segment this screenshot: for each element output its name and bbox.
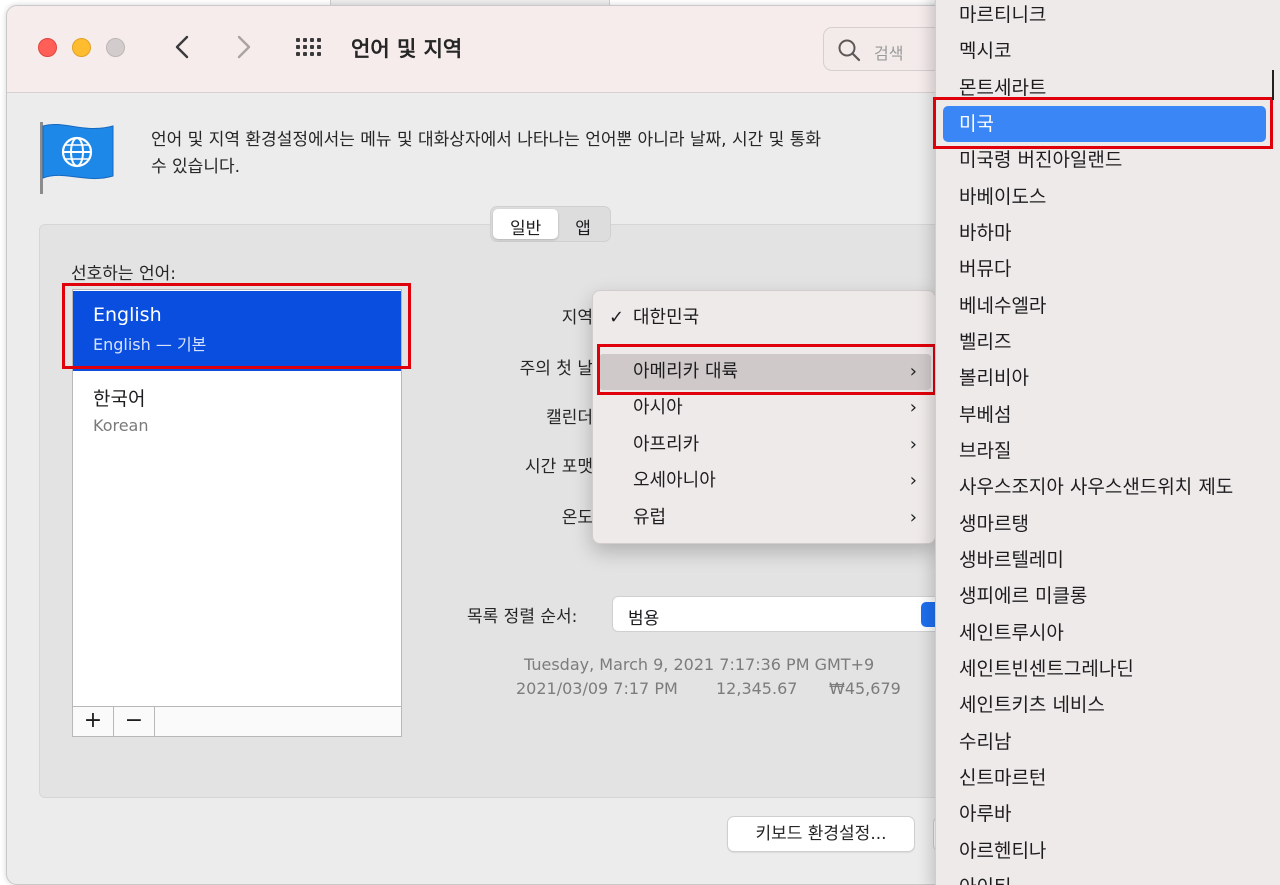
country-item[interactable]: 생마르탱 [943,506,1266,542]
country-item[interactable]: 벨리즈 [943,324,1266,360]
tab-switcher: 일반 앱 [490,206,611,242]
region-menu-item-oceania[interactable]: 오세아니아 › [599,463,931,499]
country-item[interactable]: 바하마 [943,215,1266,251]
country-item[interactable]: 아르헨티나 [943,833,1266,869]
back-chevron-icon[interactable] [167,32,197,62]
country-item[interactable]: 베네수엘라 [943,288,1266,324]
region-menu-item-asia[interactable]: 아시아 › [599,390,931,426]
country-item[interactable]: 세인트루시아 [943,615,1266,651]
country-item[interactable]: 부베섬 [943,397,1266,433]
grid-icon[interactable] [293,36,327,60]
country-item[interactable]: 브라질 [943,433,1266,469]
submenu-arrow-icon: › [909,470,917,491]
tab-general[interactable]: 일반 [493,209,559,239]
sample-long-date: Tuesday, March 9, 2021 7:17:36 PM GMT+9 [524,655,875,674]
country-item[interactable]: 신트마르턴 [943,760,1266,796]
country-item[interactable]: 아루바 [943,796,1266,832]
window-title: 언어 및 지역 [351,37,463,61]
region-menu-item-europe[interactable]: 유럽 › [599,500,931,536]
country-item[interactable]: 바베이도스 [943,179,1266,215]
country-item[interactable]: 멕시코 [943,33,1266,69]
annotation-highlight-americas [597,344,936,395]
country-item[interactable]: 마르티니크 [943,0,1266,33]
submenu-arrow-icon: › [909,434,917,455]
search-placeholder: 검색 [874,44,904,63]
forward-chevron-icon[interactable] [229,32,259,62]
zoom-button[interactable] [106,38,125,57]
sort-order-select[interactable]: 범용 [612,596,943,632]
sort-order-value: 범용 [628,609,660,629]
sort-order-label: 목록 정렬 순서: [467,607,578,627]
temperature-label: 온도 [561,508,593,528]
country-item[interactable]: 사우스조지아 사우스샌드위치 제도 [943,469,1266,505]
add-language-button[interactable]: + [73,707,114,736]
globe-flag-icon [39,118,119,198]
country-item[interactable]: 수리남 [943,724,1266,760]
country-item[interactable]: 생피에르 미클롱 [943,578,1266,614]
close-button[interactable] [38,38,57,57]
region-label: 지역 [561,308,593,328]
first-day-label: 주의 첫 날 [519,359,593,379]
annotation-highlight-usa [933,97,1273,149]
sample-currency: ₩45,679 [829,679,901,698]
sample-number: 12,345.67 [716,679,798,698]
search-icon [838,39,861,62]
submenu-arrow-icon: › [909,507,917,528]
country-item[interactable]: 세인트키츠 네비스 [943,687,1266,723]
region-menu-item-korea[interactable]: ✓ 대한민국 [599,300,931,336]
country-item[interactable]: 아이티 [943,869,1266,885]
time-format-label: 시간 포맷 [525,457,593,477]
minimize-button[interactable] [72,38,91,57]
country-item[interactable]: 생바르텔레미 [943,542,1266,578]
checkmark-icon: ✓ [609,307,625,328]
country-item[interactable]: 세인트빈센트그레나딘 [943,651,1266,687]
region-dropdown-menu[interactable]: ✓ 대한민국 아메리카 대륙 › 아시아 › 아프리카 › 오세아니아 › 유럽… [592,290,936,544]
language-item-korean[interactable]: 한국어 Korean [73,371,401,451]
list-toolbar: + − [73,706,401,736]
keyboard-preferences-button[interactable]: 키보드 환경설정... [727,816,915,852]
country-item[interactable]: 볼리비아 [943,360,1266,396]
submenu-arrow-icon: › [909,397,917,418]
pane-description: 언어 및 지역 환경설정에서는 메뉴 및 대화상자에서 나타나는 언어뿐 아니라… [151,130,821,177]
preferred-languages-label: 선호하는 언어: [71,264,176,284]
sample-short-date: 2021/03/09 7:17 PM [516,679,678,698]
country-item[interactable]: 버뮤다 [943,251,1266,287]
calendar-label: 캘린더 [546,408,593,428]
screen-edge-mark [1272,70,1274,100]
tab-apps[interactable]: 앱 [558,209,608,239]
remove-language-button[interactable]: − [114,707,155,736]
region-menu-item-africa[interactable]: 아프리카 › [599,427,931,463]
annotation-highlight-english [62,283,411,369]
